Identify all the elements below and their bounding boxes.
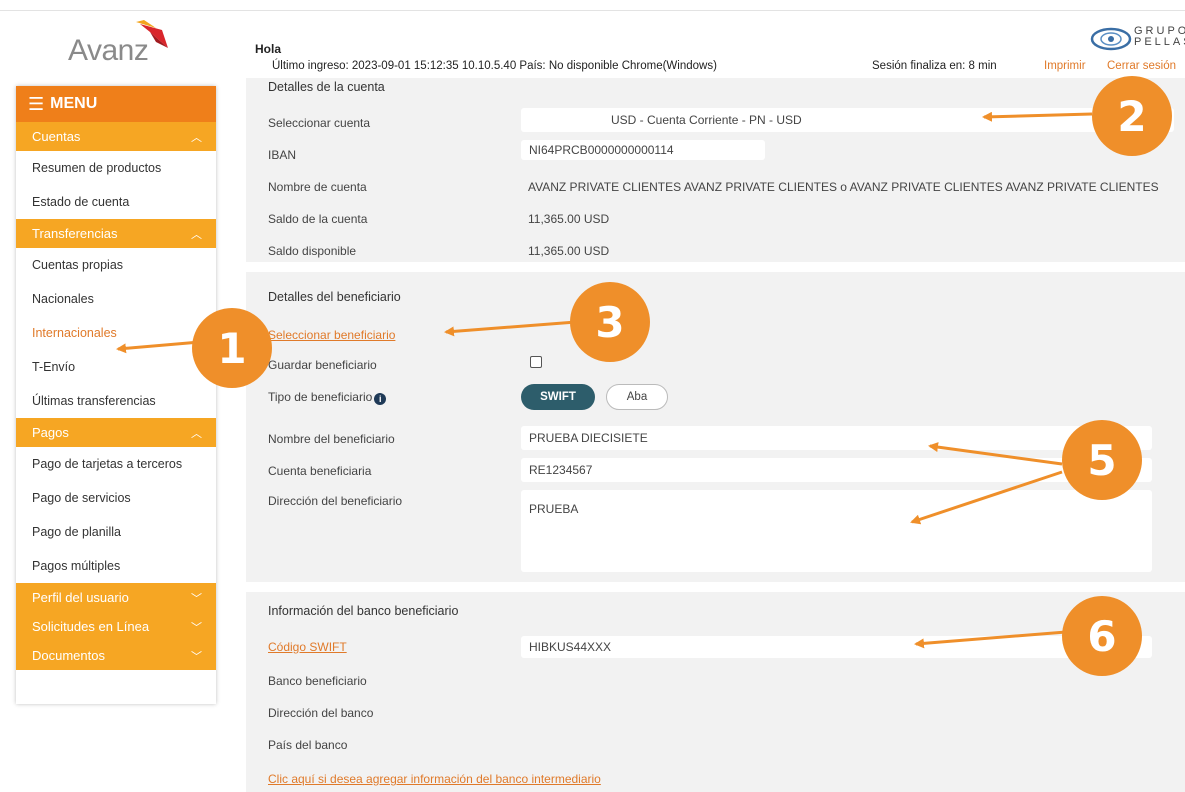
session-timer: Sesión finaliza en: 8 min	[872, 60, 997, 72]
section-label: Documentos	[32, 648, 105, 663]
section-label: Perfil del usuario	[32, 590, 129, 605]
sidebar-item-pago-de-tarjetas[interactable]: Pago de tarjetas a terceros	[16, 447, 216, 481]
sidebar-item-t-envio[interactable]: T-Envío	[16, 350, 216, 384]
menu-label: MENU	[50, 95, 98, 112]
grupo-pellas-logo: GRUPOPELLAS	[1090, 26, 1185, 56]
select-account-label: Seleccionar cuenta	[268, 116, 371, 130]
annotation-badge-1: 1	[192, 308, 272, 388]
annotation-badge-6: 6	[1062, 596, 1142, 676]
sidebar-item-nacionales[interactable]: Nacionales	[16, 282, 216, 316]
sidebar-section-documentos[interactable]: Documentos ﹀	[16, 641, 216, 670]
beneficiary-bank-label: Banco beneficiario	[268, 674, 367, 688]
iban-value: NI64PRCB0000000000114	[529, 143, 674, 157]
annotation-badge-2: 2	[1092, 76, 1172, 156]
chevron-up-icon: ︿	[191, 228, 202, 241]
save-beneficiary-label: Guardar beneficiario	[268, 358, 377, 372]
swift-code-value: HIBKUS44XXX	[529, 640, 612, 654]
info-icon[interactable]: i	[374, 393, 387, 405]
sidebar-section-pagos[interactable]: Pagos ︿	[16, 418, 216, 447]
iban-label: IBAN	[268, 148, 297, 162]
account-details-panel: Detalles de la cuenta Seleccionar cuenta…	[246, 78, 1185, 262]
beneficiary-name-label: Nombre del beneficiario	[268, 432, 395, 446]
beneficiary-details-title: Detalles del beneficiario	[268, 290, 401, 304]
account-balance-value: 11,365.00 USD	[528, 212, 610, 226]
swift-code-input[interactable]: HIBKUS44XXX	[521, 636, 1152, 658]
sidebar-item-resumen-de-productos[interactable]: Resumen de productos	[16, 151, 216, 185]
account-details-title: Detalles de la cuenta	[268, 80, 385, 94]
sidebar-item-ultimas-transferencias[interactable]: Últimas transferencias	[16, 384, 216, 418]
account-name-value: AVANZ PRIVATE CLIENTES AVANZ PRIVATE CLI…	[528, 180, 1159, 194]
sidebar-section-cuentas[interactable]: Cuentas ︿	[16, 122, 216, 151]
section-label: Solicitudes en Línea	[32, 619, 150, 634]
sidebar-section-transferencias[interactable]: Transferencias ︿	[16, 219, 216, 248]
beneficiary-address-label: Dirección del beneficiario	[268, 494, 403, 508]
sidebar-section-solicitudes-en-linea[interactable]: Solicitudes en Línea ﹀	[16, 612, 216, 641]
available-balance-label: Saldo disponible	[268, 244, 357, 258]
beneficiary-account-value: RE1234567	[529, 463, 593, 477]
swift-code-link[interactable]: Código SWIFT	[268, 640, 347, 654]
beneficiary-name-input[interactable]: PRUEBA DIECISIETE	[521, 426, 1152, 450]
logout-link[interactable]: Cerrar sesión	[1107, 60, 1176, 72]
sidebar-item-pago-de-planilla[interactable]: Pago de planilla	[16, 515, 216, 549]
chevron-up-icon: ︿	[191, 131, 202, 144]
section-label: Cuentas	[32, 129, 81, 144]
sidebar-item-internacionales[interactable]: Internacionales	[16, 316, 216, 350]
annotation-badge-5: 5	[1062, 420, 1142, 500]
chevron-down-icon: ﹀	[191, 650, 202, 663]
chevron-down-icon: ﹀	[191, 621, 202, 634]
beneficiary-address-textarea[interactable]: PRUEBA	[521, 490, 1152, 572]
menu-header[interactable]: ☰ MENU	[16, 86, 216, 122]
aba-type-button[interactable]: Aba	[606, 384, 668, 410]
avanz-logo: Avanz	[66, 18, 186, 74]
sidebar-item-cuentas-propias[interactable]: Cuentas propias	[16, 248, 216, 282]
beneficiary-details-panel: Detalles del beneficiario Seleccionar be…	[246, 272, 1185, 582]
bird-logo-icon	[136, 20, 168, 48]
sidebar-menu: ☰ MENU Cuentas ︿ Resumen de productos Es…	[16, 86, 216, 704]
sidebar-item-pago-de-servicios[interactable]: Pago de servicios	[16, 481, 216, 515]
bank-info-title: Información del banco beneficiario	[268, 604, 459, 618]
bank-address-label: Dirección del banco	[268, 706, 374, 720]
last-login-info: Último ingreso: 2023-09-01 15:12:35 10.1…	[272, 60, 717, 72]
bank-country-label: País del banco	[268, 738, 348, 752]
sidebar-section-perfil-del-usuario[interactable]: Perfil del usuario ﹀	[16, 583, 216, 612]
greeting: Hola	[255, 42, 282, 56]
save-beneficiary-checkbox[interactable]	[530, 356, 542, 368]
beneficiary-type-text: Tipo de beneficiario	[268, 390, 373, 404]
beneficiary-account-label: Cuenta beneficiaria	[268, 464, 372, 478]
beneficiary-account-input[interactable]: RE1234567	[521, 458, 1152, 482]
swift-type-button[interactable]: SWIFT	[521, 384, 595, 410]
grupo-pellas-text: GRUPOPELLAS	[1134, 25, 1185, 48]
account-select[interactable]: USD - Cuenta Corriente - PN - USD	[521, 108, 1174, 132]
available-balance-value: 11,365.00 USD	[528, 244, 610, 258]
bank-info-panel: Información del banco beneficiario Códig…	[246, 592, 1185, 792]
account-balance-label: Saldo de la cuenta	[268, 212, 368, 226]
chevron-up-icon: ︿	[191, 427, 202, 440]
beneficiary-name-value: PRUEBA DIECISIETE	[529, 431, 648, 445]
sidebar-item-estado-de-cuenta[interactable]: Estado de cuenta	[16, 185, 216, 219]
globe-logo-icon	[1090, 27, 1132, 51]
section-label: Pagos	[32, 425, 69, 440]
iban-field: NI64PRCB0000000000114	[521, 140, 765, 160]
print-link[interactable]: Imprimir	[1044, 60, 1086, 72]
account-select-value: USD - Cuenta Corriente - PN - USD	[611, 113, 802, 127]
select-beneficiary-link[interactable]: Seleccionar beneficiario	[268, 328, 395, 342]
section-label: Transferencias	[32, 226, 118, 241]
chevron-down-icon: ﹀	[191, 592, 202, 605]
beneficiary-type-label: Tipo de beneficiario i	[268, 390, 387, 405]
top-divider	[0, 10, 1185, 11]
beneficiary-address-value: PRUEBA	[529, 502, 579, 516]
account-name-label: Nombre de cuenta	[268, 180, 367, 194]
hamburger-icon: ☰	[28, 93, 45, 114]
intermediary-bank-link[interactable]: Clic aquí si desea agregar información d…	[268, 772, 601, 786]
annotation-badge-3: 3	[570, 282, 650, 362]
sidebar-item-pagos-multiples[interactable]: Pagos múltiples	[16, 549, 216, 583]
